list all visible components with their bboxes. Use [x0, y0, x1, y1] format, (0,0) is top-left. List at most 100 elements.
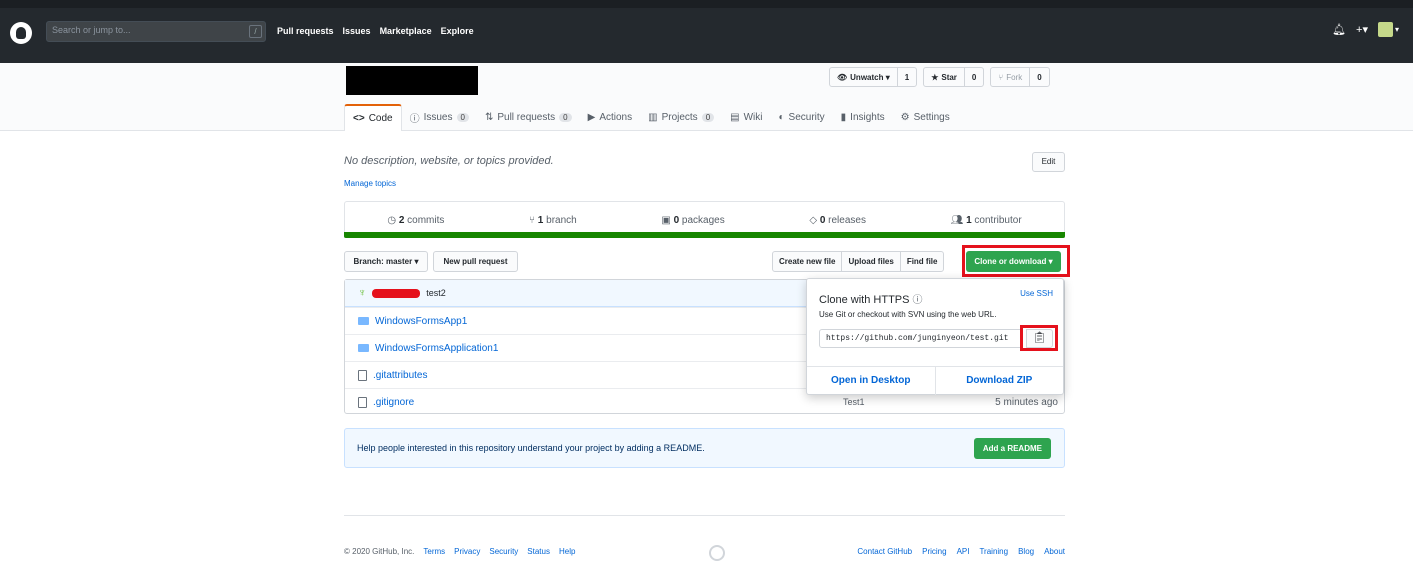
repo-tabs: <> Code ⓘ Issues 0 ⇅ Pull requests 0 ▶ Actions… [344, 104, 958, 131]
plus-dropdown-icon[interactable]: +▾ [1356, 23, 1368, 36]
fork-button-group: ⑂ Fork 0 [990, 67, 1050, 87]
tab-label: Issues [423, 112, 453, 123]
commit-message[interactable]: test2 [426, 288, 446, 298]
highlight-clone-button [962, 245, 1070, 277]
nav-marketplace[interactable]: Marketplace [380, 26, 432, 36]
watchers-count[interactable]: 1 [898, 73, 916, 82]
new-pull-request-button[interactable]: New pull request [433, 251, 518, 272]
folder-icon [358, 344, 369, 352]
file-name[interactable]: .gitignore [373, 397, 414, 408]
pr-icon: ⇅ [484, 112, 494, 123]
redacted-repo-title [346, 66, 478, 95]
footer-link-security[interactable]: Security [489, 547, 518, 556]
tab-wiki[interactable]: ▤ Wiki [722, 104, 770, 131]
tab-insights[interactable]: ▮ Insights [833, 104, 893, 131]
redacted-author [372, 288, 421, 298]
download-zip-button[interactable]: Download ZIP [936, 367, 1064, 395]
add-readme-button[interactable]: Add a README [973, 438, 1051, 459]
question-icon[interactable]: ⓘ [913, 295, 923, 306]
footer-link-about[interactable]: About [1044, 547, 1065, 556]
header-stripe [0, 0, 1413, 8]
repo-action-buttons: 👁︎ Unwatch ▾ 1 ★ Star 0 ⑂ Fork 0 [829, 67, 1050, 87]
footer-link-pricing[interactable]: Pricing [922, 547, 946, 556]
issue-icon: ⓘ [409, 114, 420, 125]
tab-code[interactable]: <> Code [344, 104, 402, 131]
readme-banner: Help people interested in this repositor… [344, 428, 1065, 468]
header-user-controls: 🔔︎ +▾ ▾ [1332, 22, 1399, 37]
create-new-file-button[interactable]: Create new file [772, 251, 843, 272]
footer-link-blog[interactable]: Blog [1018, 547, 1034, 556]
search-input[interactable]: Search or jump to... / [46, 21, 266, 42]
footer-link-status[interactable]: Status [527, 547, 550, 556]
tab-settings[interactable]: ⚙ Settings [893, 104, 958, 131]
tab-issues[interactable]: ⓘ Issues 0 [402, 104, 477, 131]
footer-link-contact[interactable]: Contact GitHub [857, 547, 912, 556]
footer-link-training[interactable]: Training [979, 547, 1008, 556]
tab-label: Wiki [743, 112, 763, 123]
file-action-buttons: Create new file Upload files Find file [772, 251, 945, 272]
graph-icon: ▮ [840, 112, 847, 123]
github-logo-icon[interactable] [10, 22, 32, 44]
open-in-desktop-button[interactable]: Open in Desktop [807, 367, 936, 395]
gear-icon: ⚙ [900, 112, 910, 123]
branches-link[interactable]: ⑂ 1 branch [529, 215, 577, 226]
forks-count[interactable]: 0 [1030, 73, 1048, 82]
avatar-dropdown[interactable]: ▾ [1377, 22, 1399, 37]
commits-link[interactable]: ◷ 2 commits [387, 215, 444, 226]
edit-button[interactable]: Edit [1032, 152, 1065, 172]
manage-topics-link[interactable]: Manage topics [344, 179, 396, 188]
releases-link[interactable]: ◇ 0 releases [809, 215, 866, 226]
tab-projects[interactable]: ▥ Projects 0 [640, 104, 722, 131]
footer-link-api[interactable]: API [957, 547, 970, 556]
nav-explore[interactable]: Explore [441, 26, 474, 36]
packages-label: packages [679, 214, 725, 226]
branch-select-button[interactable]: Branch: master ▾ [344, 251, 428, 272]
author-avatar-icon: ♆ [358, 287, 367, 299]
file-age: 5 minutes ago [995, 396, 1058, 408]
avatar [1377, 22, 1393, 37]
upload-files-button[interactable]: Upload files [841, 251, 901, 272]
tab-actions[interactable]: ▶ Actions [580, 104, 641, 131]
footer-link-privacy[interactable]: Privacy [454, 547, 480, 556]
readme-text: Help people interested in this repositor… [357, 443, 705, 453]
star-button[interactable]: ★ Star [924, 68, 965, 86]
tab-label: Projects [661, 112, 698, 123]
nav-issues[interactable]: Issues [343, 26, 371, 36]
people-icon: 👥︎ [950, 214, 967, 226]
bell-icon[interactable]: 🔔︎ [1332, 23, 1346, 36]
code-icon: <> [353, 113, 365, 124]
file-commit-message[interactable]: Test1 [843, 397, 865, 407]
star-icon: ★ [931, 72, 939, 82]
nav-pull-requests[interactable]: Pull requests [277, 26, 334, 36]
file-name[interactable]: WindowsFormsApp1 [375, 316, 467, 327]
github-footer-logo-icon[interactable] [709, 545, 725, 561]
fork-label: Fork [1006, 72, 1023, 82]
use-ssh-link[interactable]: Use SSH [1020, 289, 1053, 298]
file-name[interactable]: .gitattributes [373, 370, 427, 381]
footer-link-terms[interactable]: Terms [423, 547, 445, 556]
tab-pull-requests[interactable]: ⇅ Pull requests 0 [477, 104, 580, 131]
clone-url-input[interactable]: https://github.com/junginyeon/test.git [819, 329, 1022, 348]
tab-security[interactable]: ◐ Security [770, 104, 832, 131]
footer-link-help[interactable]: Help [559, 547, 575, 556]
contributors-link[interactable]: 👥︎ 1 contributor [951, 215, 1022, 226]
packages-link[interactable]: ▣ 0 packages [661, 215, 724, 226]
fork-icon: ⑂ [998, 72, 1004, 82]
tab-label: Actions [599, 112, 633, 123]
language-bar[interactable] [344, 232, 1065, 238]
search-placeholder: Search or jump to... [52, 25, 131, 35]
stars-count[interactable]: 0 [965, 73, 983, 82]
footer-left: © 2020 GitHub, Inc. Terms Privacy Securi… [344, 547, 575, 556]
popover-title: Clone with HTTPS ⓘ [819, 291, 923, 306]
search-shortcut-key: / [249, 25, 262, 38]
unwatch-button[interactable]: 👁︎ Unwatch ▾ [830, 68, 898, 86]
popover-title-text: Clone with HTTPS [819, 294, 910, 306]
global-header: Search or jump to... / Pull requests Iss… [0, 0, 1413, 63]
tab-label: Code [368, 113, 393, 124]
releases-label: releases [825, 214, 866, 226]
fork-button[interactable]: ⑂ Fork [991, 68, 1031, 86]
tag-icon: ◇ [809, 214, 820, 226]
highlight-copy-button [1020, 325, 1058, 351]
file-name[interactable]: WindowsFormsApplication1 [375, 343, 498, 354]
find-file-button[interactable]: Find file [899, 251, 945, 272]
